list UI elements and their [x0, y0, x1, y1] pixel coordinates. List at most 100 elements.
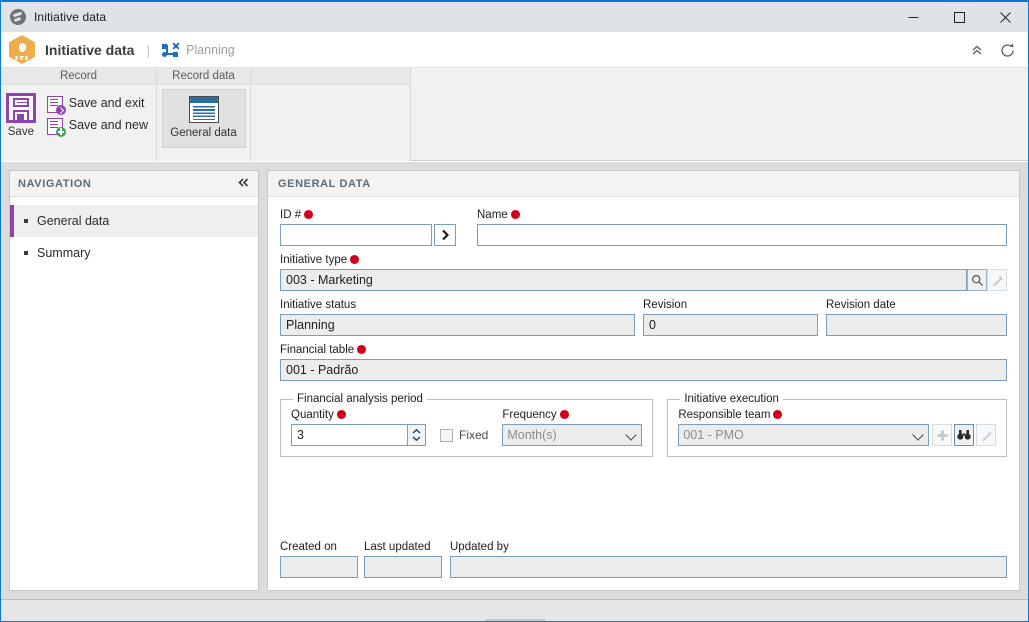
updated-by-input — [450, 556, 1007, 578]
ribbon-toolbar: Record Save Save and exit Save and new R… — [1, 68, 1028, 161]
initiative-type-clear-button[interactable] — [987, 269, 1007, 291]
status-bar — [1, 599, 1028, 621]
initiative-type-label: Initiative type — [280, 254, 1007, 267]
last-updated-input — [364, 556, 442, 578]
revision-label: Revision — [643, 299, 688, 311]
initiative-execution-fieldset: Initiative execution Responsible team 00… — [667, 393, 1007, 457]
quantity-label: Quantity — [291, 409, 426, 422]
id-name-row: ID # Name — [280, 209, 1007, 246]
initiative-execution-legend: Initiative execution — [684, 393, 779, 405]
navigation-title: NAVIGATION — [18, 177, 92, 190]
ribbon-group-empty-title — [251, 68, 410, 85]
navigation-list: General data Summary — [10, 197, 258, 269]
responsible-team-find-button[interactable] — [954, 424, 974, 446]
ribbon-group-record: Record Save Save and exit Save and new — [1, 68, 157, 161]
window-title: Initiative data — [34, 10, 107, 24]
app-title: Initiative data — [45, 41, 135, 58]
lightbulb-hexagon-icon — [9, 35, 35, 64]
id-go-button[interactable] — [434, 224, 456, 246]
page-title: GENERAL DATA — [278, 177, 371, 190]
name-label: Name — [477, 209, 1007, 222]
fixed-checkbox[interactable] — [440, 428, 453, 442]
navigation-header: NAVIGATION — [10, 171, 258, 197]
ribbon-group-record-title: Record — [1, 68, 156, 85]
save-and-exit-button[interactable]: Save and exit — [43, 93, 152, 115]
save-button-label: Save — [7, 126, 34, 138]
save-button[interactable]: Save — [5, 91, 37, 141]
fieldsets-row: Financial analysis period Quantity 3 Fix… — [280, 393, 1007, 457]
initiative-status-input — [280, 314, 635, 336]
required-asterisk-icon — [336, 410, 346, 419]
id-input[interactable] — [280, 224, 432, 246]
ribbon-group-record-data: Record data General data — [157, 68, 251, 161]
document-lines-icon — [188, 96, 219, 123]
updated-by-label: Updated by — [450, 541, 509, 553]
general-data-button[interactable]: General data — [161, 89, 246, 148]
required-asterisk-icon — [510, 210, 520, 219]
audit-fields-row: Created on Last updated Updated by — [280, 541, 1007, 578]
required-asterisk-icon — [559, 410, 569, 419]
workflow-icon — [162, 42, 179, 57]
refresh-icon[interactable] — [992, 35, 1022, 65]
required-asterisk-icon — [350, 255, 360, 264]
responsible-team-select[interactable]: 001 - PMO — [678, 424, 929, 446]
globe-icon — [10, 9, 26, 25]
main-content: NAVIGATION General data Summary GENERAL … — [1, 162, 1028, 599]
required-asterisk-icon — [773, 410, 783, 419]
status-revision-row: Initiative status Revision Revision date — [280, 299, 1007, 336]
sidebar-item-general-data[interactable]: General data — [10, 205, 258, 237]
bullet-icon — [24, 251, 28, 255]
responsible-team-clear-button[interactable] — [976, 424, 996, 446]
fixed-label: Fixed — [459, 428, 489, 442]
initiative-type-row: Initiative type — [280, 254, 1007, 291]
floppy-disk-icon — [5, 93, 36, 123]
chevron-double-left-icon[interactable] — [237, 176, 250, 191]
responsible-team-add-button[interactable] — [932, 424, 952, 446]
financial-table-label: Financial table — [280, 344, 1007, 357]
title-bar: Initiative data — [1, 2, 1028, 32]
quantity-stepper[interactable] — [408, 424, 426, 446]
bullet-icon — [24, 219, 28, 223]
navigation-panel: NAVIGATION General data Summary — [9, 170, 259, 591]
ribbon-group-record-data-title: Record data — [157, 68, 250, 85]
header-actions — [962, 32, 1022, 68]
frequency-select[interactable]: Month(s) — [502, 424, 643, 446]
initiative-type-search-button[interactable] — [967, 269, 987, 291]
chevron-double-up-icon[interactable] — [962, 35, 992, 65]
required-asterisk-icon — [304, 210, 314, 219]
general-data-panel: GENERAL DATA ID # Name Initiative type 0… — [267, 170, 1020, 591]
sidebar-item-general-data-label: General data — [37, 214, 110, 228]
quantity-input[interactable] — [291, 424, 408, 446]
responsible-team-label: Responsible team — [678, 409, 996, 422]
financial-analysis-period-legend: Financial analysis period — [297, 393, 423, 405]
financial-analysis-period-fieldset: Financial analysis period Quantity 3 Fix… — [280, 393, 654, 457]
close-button[interactable] — [982, 2, 1028, 32]
header-separator: | — [146, 41, 151, 58]
sidebar-item-summary[interactable]: Summary — [10, 237, 258, 269]
panel-header: GENERAL DATA — [268, 171, 1019, 197]
frequency-label: Frequency — [502, 409, 642, 422]
financial-table-row: Financial table — [280, 344, 1007, 381]
save-and-exit-label: Save and exit — [68, 95, 145, 110]
general-data-form: ID # Name Initiative type 003 - Marketin… — [268, 197, 1019, 590]
initiative-type-input[interactable] — [280, 269, 967, 291]
financial-table-input[interactable] — [280, 359, 1007, 381]
ribbon-group-empty — [251, 68, 411, 161]
minimize-button[interactable] — [890, 2, 936, 32]
revision-date-label: Revision date — [826, 299, 896, 311]
save-and-new-button[interactable]: Save and new — [43, 115, 152, 137]
revision-date-input — [826, 314, 1007, 336]
application-window: Initiative data Initiative data | Planni… — [0, 0, 1029, 622]
name-input[interactable] — [477, 224, 1007, 246]
document-plus-icon — [46, 117, 66, 137]
revision-input — [643, 314, 818, 336]
document-arrow-icon — [46, 95, 66, 115]
maximize-button[interactable] — [936, 2, 982, 32]
app-header: Initiative data | Planning — [1, 32, 1028, 68]
window-controls — [890, 2, 1028, 32]
initiative-status-label: Initiative status — [280, 299, 357, 311]
save-and-new-label: Save and new — [68, 117, 148, 132]
last-updated-label: Last updated — [364, 541, 431, 553]
general-data-button-label: General data — [170, 127, 237, 139]
id-label: ID # — [280, 209, 455, 222]
